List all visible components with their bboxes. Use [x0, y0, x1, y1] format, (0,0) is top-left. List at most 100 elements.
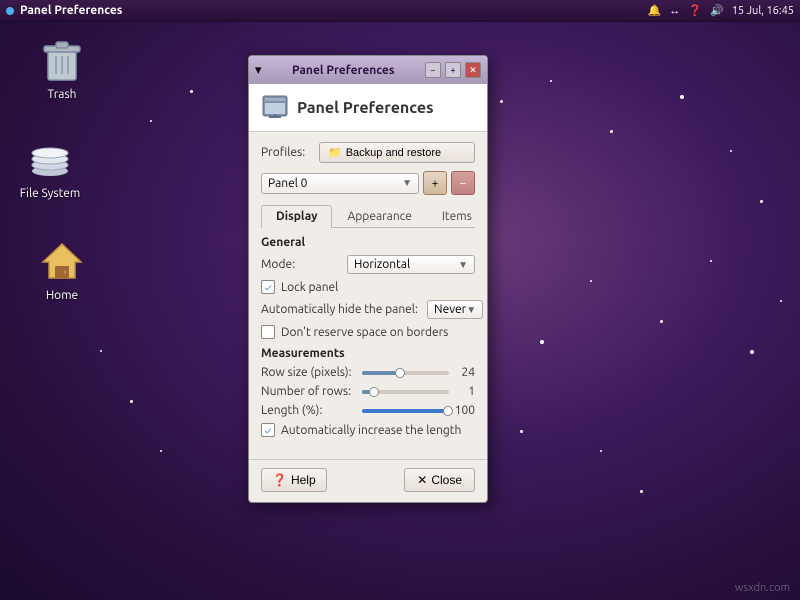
desktop-icon-trash[interactable]: Trash — [22, 36, 102, 101]
row-size-slider[interactable] — [362, 371, 449, 375]
home-label: Home — [46, 289, 78, 302]
arrows-icon: ↔ — [669, 5, 680, 17]
row-size-label: Row size (pixels): — [261, 366, 356, 379]
row-size-row: Row size (pixels): 24 — [261, 366, 475, 379]
taskbar-right: 🔔 ↔ ❓ 🔊 15 Jul, 16:45 — [648, 4, 794, 17]
backup-icon: 📁 — [328, 146, 342, 159]
measurements-title: Measurements — [261, 347, 475, 360]
tab-appearance-label: Appearance — [347, 210, 411, 223]
tab-appearance[interactable]: Appearance — [332, 205, 426, 227]
dialog-header-title: Panel Preferences — [297, 99, 434, 117]
close-x-icon: ✕ — [417, 473, 427, 487]
home-icon — [38, 237, 86, 285]
autohide-row: Automatically hide the panel: Never ▼ — [261, 300, 475, 319]
autohide-value: Never — [434, 303, 466, 316]
tab-display[interactable]: Display — [261, 205, 332, 228]
star — [160, 450, 162, 452]
filesystem-icon — [26, 135, 74, 183]
desktop-icon-home[interactable]: Home — [22, 237, 102, 302]
notification-icon[interactable]: 🔔 — [648, 4, 662, 17]
dialog-titlebar-icon: ▾ — [255, 63, 262, 78]
profiles-row: Profiles: 📁 Backup and restore — [261, 142, 475, 163]
row-size-thumb[interactable] — [395, 368, 405, 378]
dialog-title: Panel Preferences — [268, 64, 419, 77]
star — [500, 100, 503, 103]
star — [710, 260, 712, 262]
star — [750, 350, 754, 354]
star — [680, 95, 684, 99]
panel-preferences-dialog: ▾ Panel Preferences − + ✕ Panel Preferen… — [248, 55, 488, 503]
profiles-label: Profiles: — [261, 146, 311, 159]
panel-add-button[interactable]: + — [423, 171, 447, 195]
length-slider[interactable] — [362, 409, 449, 413]
star — [190, 90, 193, 93]
star — [540, 340, 544, 344]
taskbar-time: 15 Jul, 16:45 — [732, 5, 794, 17]
num-rows-label: Number of rows: — [261, 385, 356, 398]
length-thumb[interactable] — [443, 406, 453, 416]
desktop-icon-filesystem[interactable]: File System — [10, 135, 90, 200]
backup-restore-button[interactable]: 📁 Backup and restore — [319, 142, 475, 163]
no-reserve-row: Don't reserve space on borders — [261, 325, 475, 339]
auto-length-checkbox[interactable]: ✓ — [261, 423, 275, 437]
lock-panel-checkbox[interactable]: ✓ — [261, 280, 275, 294]
mode-dropdown[interactable]: Horizontal ▼ — [347, 255, 475, 274]
filesystem-label: File System — [20, 187, 81, 200]
autohide-arrow: ▼ — [466, 304, 476, 316]
star — [520, 430, 523, 433]
general-title: General — [261, 236, 475, 249]
dialog-minimize-button[interactable]: − — [425, 62, 441, 78]
close-button[interactable]: ✕ Close — [404, 468, 475, 492]
taskbar: Panel Preferences 🔔 ↔ ❓ 🔊 15 Jul, 16:45 — [0, 0, 800, 22]
watermark: wsxdn.com — [735, 582, 790, 594]
help-icon: ❓ — [688, 4, 702, 17]
star — [100, 350, 102, 352]
tabs: Display Appearance Items — [261, 205, 475, 228]
panel-dropdown[interactable]: Panel 0 ▼ — [261, 173, 419, 194]
no-reserve-checkbox[interactable] — [261, 325, 275, 339]
general-section: General Mode: Horizontal ▼ ✓ Lock panel … — [261, 236, 475, 339]
length-label: Length (%): — [261, 404, 356, 417]
panel-dropdown-arrow: ▼ — [402, 177, 412, 189]
tab-items-label: Items — [442, 210, 472, 223]
num-rows-value: 1 — [455, 385, 475, 398]
panel-remove-button[interactable]: − — [451, 171, 475, 195]
minus-icon: − — [460, 177, 467, 190]
help-circle-icon: ❓ — [272, 473, 287, 487]
star — [760, 200, 763, 203]
star — [130, 400, 133, 403]
help-button[interactable]: ❓ Help — [261, 468, 327, 492]
dialog-close-button[interactable]: ✕ — [465, 62, 481, 78]
auto-length-row: ✓ Automatically increase the length — [261, 423, 475, 437]
star — [660, 320, 663, 323]
no-reserve-label: Don't reserve space on borders — [281, 326, 448, 339]
length-value: 100 — [455, 404, 475, 417]
num-rows-thumb[interactable] — [369, 387, 379, 397]
star — [780, 300, 782, 302]
volume-icon: 🔊 — [710, 4, 724, 17]
row-size-value: 24 — [455, 366, 475, 379]
mode-value: Horizontal — [354, 258, 410, 271]
num-rows-slider[interactable] — [362, 390, 449, 394]
num-rows-row: Number of rows: 1 — [261, 385, 475, 398]
star — [610, 130, 613, 133]
row-size-fill — [362, 371, 397, 375]
autohide-dropdown[interactable]: Never ▼ — [427, 300, 483, 319]
star — [640, 490, 643, 493]
tab-items[interactable]: Items — [427, 205, 487, 227]
length-row: Length (%): 100 — [261, 404, 475, 417]
backup-btn-label: Backup and restore — [346, 147, 441, 159]
panel-select-row: Panel 0 ▼ + − — [261, 171, 475, 195]
dialog-maximize-button[interactable]: + — [445, 62, 461, 78]
star — [150, 120, 152, 122]
help-btn-label: Help — [291, 473, 316, 487]
dialog-header: Panel Preferences — [249, 84, 487, 132]
measurements-section: Measurements Row size (pixels): 24 Numbe… — [261, 347, 475, 437]
lock-panel-label: Lock panel — [281, 281, 338, 294]
trash-icon — [38, 36, 86, 84]
tab-display-label: Display — [276, 210, 317, 223]
mode-dropdown-arrow: ▼ — [458, 259, 468, 271]
lock-panel-row: ✓ Lock panel — [261, 280, 475, 294]
star — [730, 150, 732, 152]
dialog-controls: − + ✕ — [425, 62, 481, 78]
